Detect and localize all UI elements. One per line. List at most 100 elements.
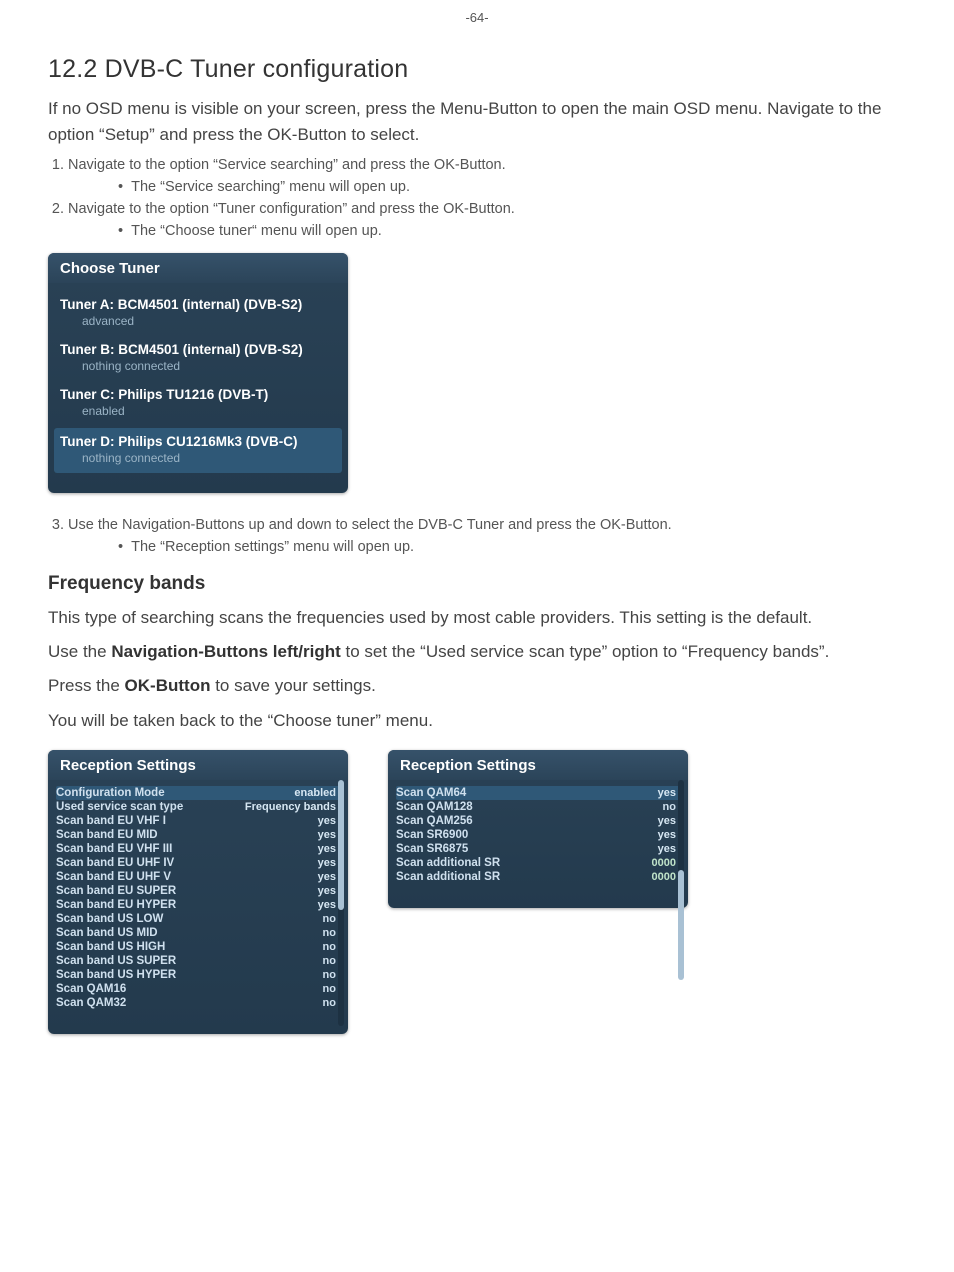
setting-value: no [323, 969, 336, 981]
tuner-item[interactable]: Tuner C: Philips TU1216 (DVB-T) enabled [60, 381, 336, 426]
tuner-sub: nothing connected [60, 451, 336, 465]
setting-value: no [663, 801, 676, 813]
scrollbar-right[interactable] [678, 780, 684, 900]
setting-value: yes [658, 787, 676, 799]
setting-row[interactable]: Configuration Modeenabled [56, 786, 340, 800]
setting-row[interactable]: Scan band EU SUPER yes [56, 884, 340, 898]
freq-p3-bold: OK-Button [125, 676, 211, 695]
setting-row[interactable]: Scan SR6875 yes [396, 842, 680, 856]
setting-row[interactable]: Scan band US HIGHno [56, 940, 340, 954]
setting-value: no [323, 927, 336, 939]
setting-value: yes [658, 843, 676, 855]
setting-row[interactable]: Scan band US HYPER no [56, 968, 340, 982]
setting-label: Scan additional SR [396, 857, 500, 869]
setting-row[interactable]: Scan QAM128 no [396, 800, 680, 814]
setting-row[interactable]: Scan band EU UHF V yes [56, 870, 340, 884]
setting-label: Scan SR6900 [396, 829, 468, 841]
setting-label: Scan band EU UHF V [56, 871, 171, 883]
setting-value: yes [318, 843, 336, 855]
setting-row[interactable]: Scan additional SR 0000 [396, 870, 680, 884]
setting-label: Used service scan type [56, 801, 183, 813]
setting-value: no [323, 955, 336, 967]
intro-paragraph: If no OSD menu is visible on your screen… [48, 96, 906, 149]
tuner-sub: nothing connected [60, 359, 336, 373]
setting-label: Scan band US LOW [56, 913, 163, 925]
step-3: Use the Navigation-Buttons up and down t… [68, 517, 906, 533]
setting-value: no [323, 913, 336, 925]
setting-row[interactable]: Used service scan type Frequency bands [56, 800, 340, 814]
freq-p1: This type of searching scans the frequen… [48, 605, 906, 631]
setting-value: yes [318, 829, 336, 841]
setting-row[interactable]: Scan band US MID no [56, 926, 340, 940]
setting-row[interactable]: Scan SR6900yes [396, 828, 680, 842]
setting-value: 0000 [652, 871, 676, 883]
setting-row[interactable]: Scan QAM256yes [396, 814, 680, 828]
tuner-main: Tuner C: Philips TU1216 (DVB-T) [60, 387, 336, 402]
setting-value: yes [318, 899, 336, 911]
setting-label: Scan band EU SUPER [56, 885, 176, 897]
step-1-bullet: The “Service searching” menu will open u… [118, 179, 906, 195]
setting-row[interactable]: Scan band EU VHF I yes [56, 814, 340, 828]
setting-value: yes [318, 815, 336, 827]
setting-row[interactable]: Scan band US LOW no [56, 912, 340, 926]
step-2: Navigate to the option “Tuner configurat… [68, 201, 906, 217]
tuner-main: Tuner B: BCM4501 (internal) (DVB-S2) [60, 342, 336, 357]
setting-row[interactable]: Scan QAM16 no [56, 982, 340, 996]
setting-row[interactable]: Scan band EU UHF IV yes [56, 856, 340, 870]
tuner-item[interactable]: Tuner D: Philips CU1216Mk3 (DVB-C) nothin… [54, 428, 342, 473]
step-2-bullet: The “Choose tuner“ menu will open up. [118, 223, 906, 239]
setting-label: Scan additional SR [396, 871, 500, 883]
setting-label: Scan band EU MID [56, 829, 158, 841]
setting-value: yes [318, 885, 336, 897]
page-number: -64- [48, 10, 906, 25]
reception-settings-title-right: Reception Settings [388, 750, 688, 780]
setting-label: Scan band EU VHF III [56, 843, 172, 855]
setting-label: Scan band US MID [56, 927, 158, 939]
setting-label: Scan QAM64 [396, 787, 466, 799]
setting-label: Scan QAM16 [56, 983, 126, 995]
setting-value: no [323, 983, 336, 995]
tuner-sub: enabled [60, 404, 336, 418]
setting-value: yes [318, 871, 336, 883]
setting-label: Scan band US HIGH [56, 941, 165, 953]
setting-value: yes [318, 857, 336, 869]
setting-row[interactable]: Scan band EU MID yes [56, 828, 340, 842]
scroll-thumb-right[interactable] [678, 870, 684, 980]
setting-row[interactable]: Scan band EU HYPERyes [56, 898, 340, 912]
setting-label: Scan band EU VHF I [56, 815, 166, 827]
setting-row[interactable]: Scan QAM64 yes [396, 786, 680, 800]
setting-row[interactable]: Scan additional SR 0000 [396, 856, 680, 870]
tuner-sub: advanced [60, 314, 336, 328]
freq-p3-a: Press the [48, 676, 125, 695]
tuner-main: Tuner A: BCM4501 (internal) (DVB-S2) [60, 297, 336, 312]
setting-row[interactable]: Scan band EU VHF III yes [56, 842, 340, 856]
scroll-thumb-left[interactable] [338, 780, 344, 910]
setting-row[interactable]: Scan band US SUPER no [56, 954, 340, 968]
tuner-main: Tuner D: Philips CU1216Mk3 (DVB-C) [60, 434, 336, 449]
step-3-bullet: The “Reception settings” menu will open … [118, 539, 906, 555]
setting-label: Scan QAM128 [396, 801, 473, 813]
reception-settings-title-left: Reception Settings [48, 750, 348, 780]
setting-label: Scan band EU UHF IV [56, 857, 174, 869]
freq-p3-b: to save your settings. [210, 676, 375, 695]
setting-label: Scan QAM32 [56, 997, 126, 1009]
tuner-item[interactable]: Tuner B: BCM4501 (internal) (DVB-S2) noth… [60, 336, 336, 381]
choose-tuner-panel: Choose Tuner Tuner A: BCM4501 (internal)… [48, 253, 348, 493]
freq-p2-a: Use the [48, 642, 111, 661]
setting-label: Scan band US SUPER [56, 955, 176, 967]
reception-settings-panel-right: Reception Settings Scan QAM64yesScan QAM… [388, 750, 688, 1034]
freq-p2: Use the Navigation-Buttons left/right to… [48, 639, 906, 665]
section-title: 12.2 DVB-C Tuner configuration [48, 55, 906, 84]
freq-p3: Press the OK-Button to save your setting… [48, 673, 906, 699]
setting-row[interactable]: Scan QAM32 no [56, 996, 340, 1010]
setting-value: enabled [294, 787, 336, 799]
setting-label: Scan SR6875 [396, 843, 468, 855]
setting-label: Scan band US HYPER [56, 969, 176, 981]
reception-settings-panel-left: Reception Settings Configuration Modeena… [48, 750, 348, 1034]
tuner-item[interactable]: Tuner A: BCM4501 (internal) (DVB-S2) adva… [60, 291, 336, 336]
setting-value: 0000 [652, 857, 676, 869]
step-1: Navigate to the option “Service searchin… [68, 157, 906, 173]
setting-value: no [323, 997, 336, 1009]
setting-value: Frequency bands [245, 801, 336, 813]
scrollbar-left[interactable] [338, 780, 344, 1026]
